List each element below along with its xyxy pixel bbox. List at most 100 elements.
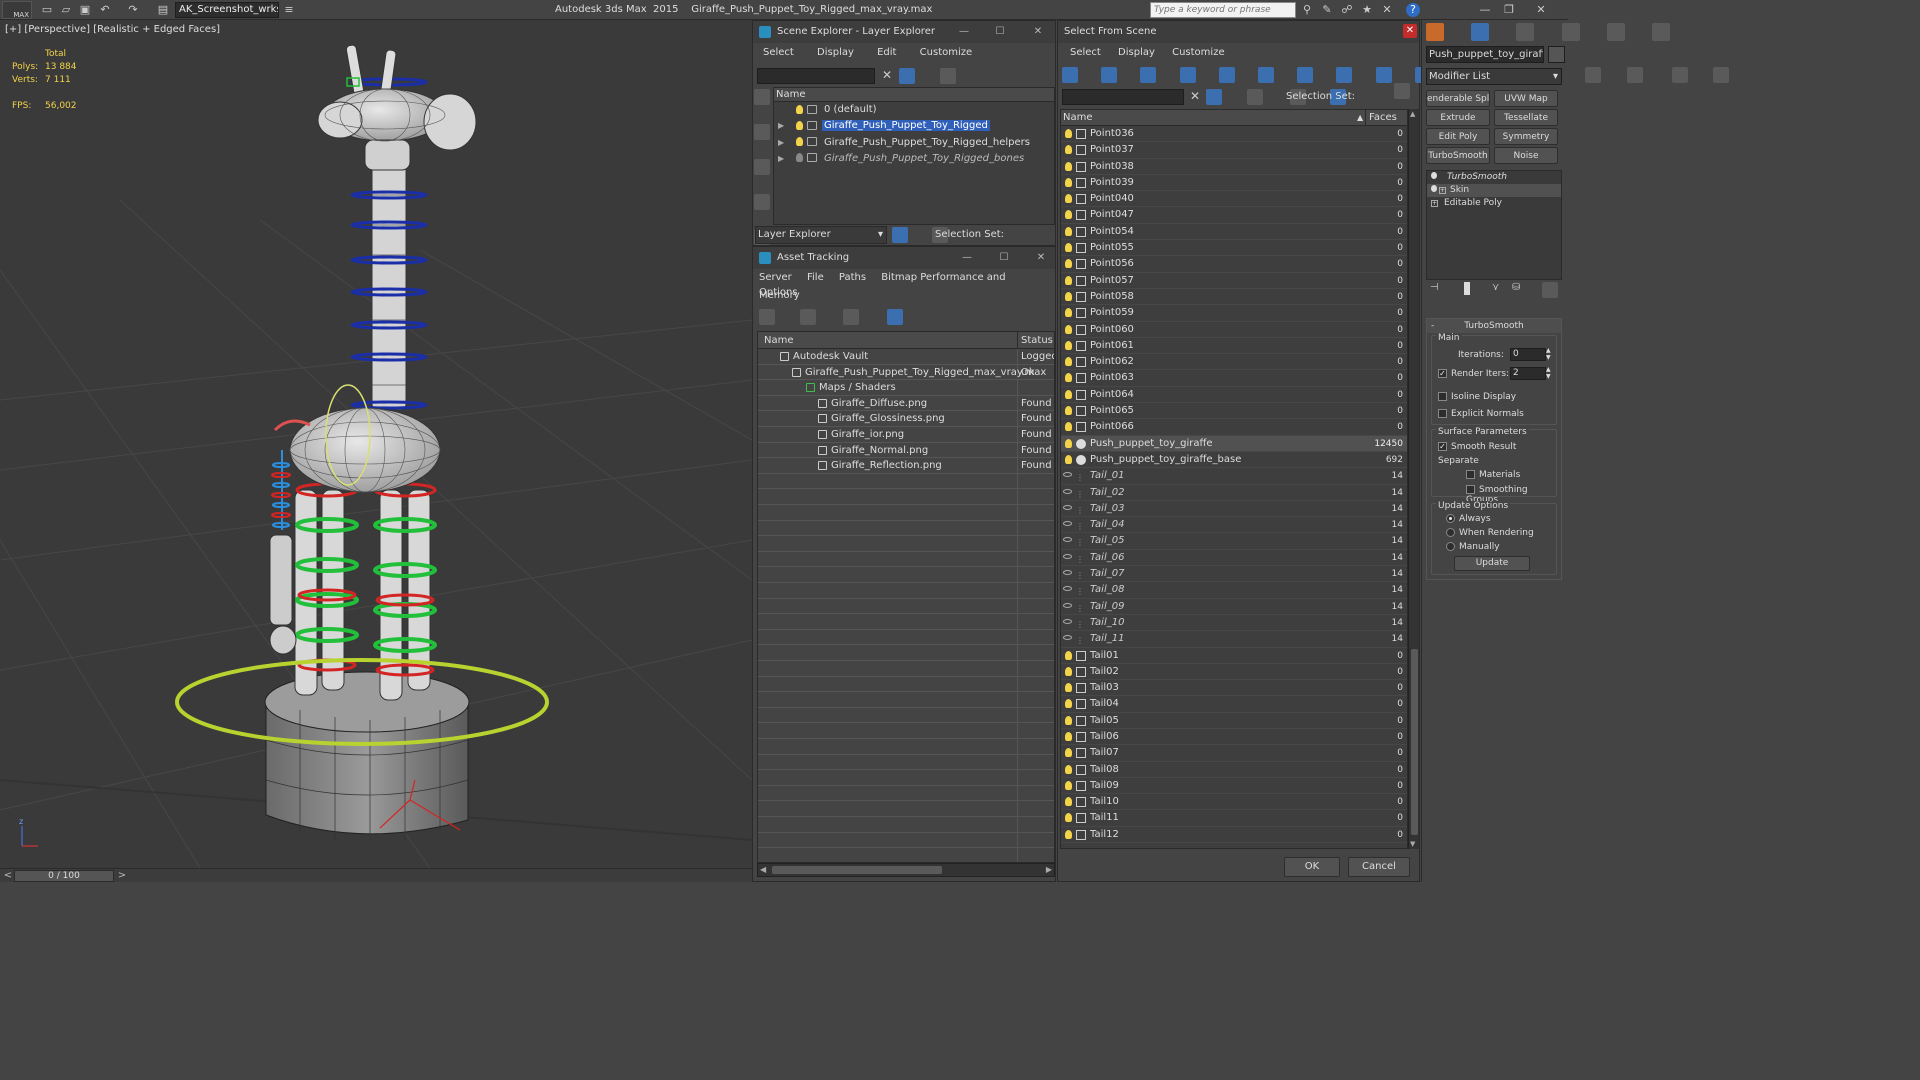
light-bulb-icon[interactable] (1065, 340, 1072, 350)
time-slider[interactable]: 0 / 100 (14, 870, 114, 882)
scene-object-row[interactable]: Point059 0 (1061, 305, 1407, 322)
scene-object-row[interactable]: Point036 0 (1061, 126, 1407, 143)
asset-menu-server[interactable]: Server (759, 272, 792, 283)
scene-object-row[interactable]: Push_puppet_toy_giraffe_base 692 (1061, 452, 1407, 469)
spinner-arrows-icon[interactable]: ▲ ▼ (1546, 366, 1551, 380)
project-folder-icon[interactable]: ▤ (156, 3, 170, 17)
new-file-icon[interactable]: ▭ (40, 3, 54, 17)
filter-funnel-icon[interactable] (1671, 67, 1688, 83)
scene-explorer-close[interactable]: ✕ (1029, 21, 1047, 43)
asset-col-status[interactable]: Status (1021, 332, 1053, 349)
sfs-menu-customize[interactable]: Customize (1172, 47, 1225, 58)
asset-row[interactable]: Giraffe_Glossiness.png Found (758, 411, 1054, 426)
scene-object-row[interactable]: ⋮ Tail_04 14 (1061, 517, 1407, 534)
light-bulb-icon[interactable] (1065, 829, 1072, 839)
display-geometry-icon[interactable] (754, 89, 770, 105)
save-icon[interactable]: ▣ (78, 3, 92, 17)
asset-row[interactable]: Giraffe_ior.png Found (758, 427, 1054, 442)
light-bulb-icon[interactable] (1065, 683, 1072, 693)
scene-object-row[interactable]: Point057 0 (1061, 273, 1407, 289)
scene-object-row[interactable]: ⋮ Tail_10 14 (1061, 615, 1407, 632)
scene-object-row[interactable]: Point039 0 (1061, 175, 1407, 192)
favorites-icon[interactable]: ★ (1360, 3, 1374, 17)
make-unique-icon[interactable]: ⋎ (1492, 282, 1499, 293)
display-lights-icon[interactable] (754, 159, 770, 175)
display-shapes-icon[interactable] (754, 124, 770, 140)
scroll-right-icon[interactable]: ▶ (1046, 865, 1052, 874)
always-radio[interactable]: Always (1446, 514, 1491, 524)
scene-object-row[interactable]: Tail09 0 (1061, 778, 1407, 795)
stack-item-skin[interactable]: + Skin (1427, 184, 1561, 197)
bulb-icon[interactable] (1431, 185, 1437, 192)
scene-object-row[interactable]: Point060 0 (1061, 322, 1407, 338)
object-color-swatch[interactable] (1548, 46, 1565, 63)
layer-col-name[interactable]: Name (776, 89, 806, 100)
smooth-result-check[interactable]: ✓ (1438, 442, 1447, 451)
light-bulb-icon[interactable] (796, 137, 803, 147)
turbosmooth-rollout-header[interactable]: - TurboSmooth (1427, 319, 1561, 333)
scene-object-row[interactable]: Point040 0 (1061, 191, 1407, 208)
time-next-button[interactable]: > (116, 869, 128, 882)
scene-object-row[interactable]: Point037 0 (1061, 142, 1407, 159)
refresh-icon[interactable] (759, 309, 775, 325)
light-bulb-icon[interactable] (1065, 194, 1072, 204)
modifier-button-turbosmooth[interactable]: TurboSmooth (1426, 147, 1490, 164)
filter-shapes-icon[interactable] (1101, 67, 1118, 83)
scene-object-row[interactable]: Point063 0 (1061, 370, 1407, 387)
modifier-button-noise[interactable]: Noise (1494, 147, 1558, 164)
iterations-spinner[interactable]: 0 (1510, 348, 1546, 361)
light-bulb-icon[interactable] (1065, 129, 1072, 138)
create-tab-icon[interactable] (1426, 23, 1444, 41)
layer-row[interactable]: ▶ Giraffe_Push_Puppet_Toy_Rigged (774, 118, 1054, 134)
light-bulb-icon[interactable] (1065, 422, 1072, 432)
modifier-list-dropdown[interactable]: Modifier List ▾ (1426, 68, 1562, 85)
redo-icon[interactable]: ↷ (126, 3, 140, 17)
help-icon[interactable]: ? (1406, 3, 1420, 17)
scene-object-row[interactable]: Point056 0 (1061, 256, 1407, 273)
scene-object-row[interactable]: Point061 0 (1061, 338, 1407, 355)
light-bulb-icon[interactable] (1065, 226, 1072, 236)
display-cameras-icon[interactable] (754, 194, 770, 210)
scroll-down-icon[interactable]: ▼ (1410, 840, 1415, 848)
asset-row[interactable]: Maps / Shaders (758, 380, 1054, 395)
light-bulb-icon[interactable] (1065, 454, 1072, 464)
light-bulb-icon[interactable] (1065, 275, 1072, 285)
scene-object-row[interactable]: Point064 0 (1061, 387, 1407, 404)
asset-menu-options[interactable]: Options (759, 287, 798, 298)
when-rendering-radio-dot[interactable] (1446, 528, 1455, 537)
asset-col-name[interactable]: Name (764, 332, 794, 349)
scene-object-row[interactable]: ⋮ Tail_03 14 (1061, 501, 1407, 518)
light-bulb-icon[interactable] (1065, 699, 1072, 709)
app-logo[interactable]: MAX (2, 1, 32, 19)
scene-explorer-titlebar[interactable]: Scene Explorer - Layer Explorer — ☐ ✕ (753, 21, 1055, 43)
layer-row[interactable]: ▶ Giraffe_Push_Puppet_Toy_Rigged_bones (774, 151, 1054, 167)
isoline-check[interactable] (1438, 392, 1447, 401)
exchange-icon[interactable]: ✕ (1380, 3, 1394, 17)
modifier-button-tessellate[interactable]: Tessellate (1494, 109, 1558, 126)
scene-object-row[interactable]: Tail02 0 (1061, 664, 1407, 681)
light-bulb-icon[interactable] (1065, 650, 1072, 660)
sfs-select-children-icon[interactable] (1247, 89, 1264, 105)
light-bulb-icon[interactable] (1065, 715, 1072, 725)
light-bulb-icon[interactable] (1065, 780, 1072, 790)
asset-menu-paths[interactable]: Paths (839, 272, 866, 283)
spinner-arrows-icon[interactable]: ▲ ▼ (1546, 347, 1551, 361)
light-bulb-icon[interactable] (1065, 731, 1072, 741)
asset-row[interactable]: Giraffe_Diffuse.png Found (758, 396, 1054, 411)
list-view-icon[interactable] (800, 309, 817, 325)
scene-object-row[interactable]: Tail01 0 (1061, 648, 1407, 664)
viewport-label[interactable]: [+] [Perspective] [Realistic + Edged Fac… (5, 24, 220, 35)
utilities-tab-icon[interactable] (1651, 23, 1670, 41)
motion-tab-icon[interactable] (1561, 23, 1580, 41)
asset-tracking-close[interactable]: ✕ (1032, 247, 1050, 269)
tools-icon[interactable]: ✎ (1320, 3, 1334, 17)
modifier-button-symmetry[interactable]: Symmetry (1494, 128, 1558, 145)
filter-lights-icon[interactable] (1140, 67, 1157, 83)
pin-stack-icon[interactable]: ⊣ (1430, 282, 1439, 293)
smooth-result-checkbox[interactable]: ✓ Smooth Result (1438, 442, 1516, 452)
binoculars-icon[interactable]: ⚲ (1300, 3, 1314, 17)
filter-xrefs-icon[interactable] (1336, 67, 1353, 83)
explorer-mode-dropdown[interactable]: Layer Explorer ▾ (755, 226, 887, 244)
layer-row[interactable]: 0 (default) (774, 102, 1054, 118)
sfs-search-input[interactable] (1062, 89, 1184, 105)
